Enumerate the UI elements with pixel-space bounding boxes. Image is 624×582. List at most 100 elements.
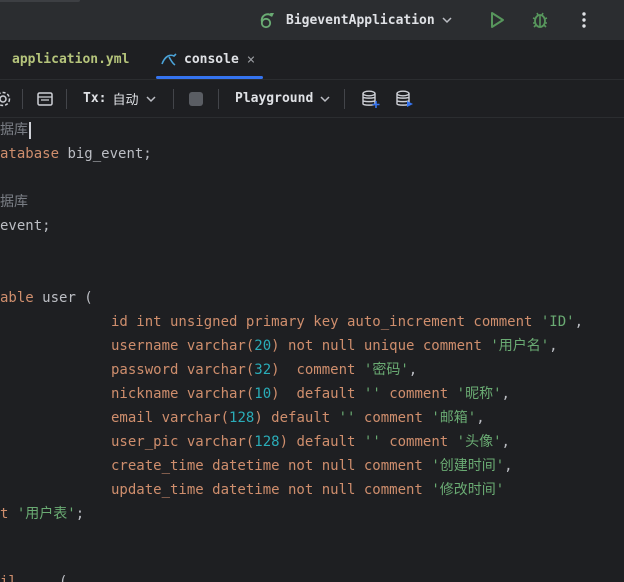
code-token: email varchar(: [111, 410, 230, 426]
code-token: 10: [254, 386, 272, 402]
code-token: 128: [229, 410, 255, 426]
code-token: user_pic varchar(: [111, 434, 255, 450]
code-token: ) default: [271, 386, 356, 402]
code-token: 据库: [0, 194, 28, 210]
sql-editor[interactable]: 据库 atabase big_event; 据库 event; able use…: [0, 118, 624, 582]
code-line: event;: [0, 214, 51, 238]
database-add-icon: [362, 90, 380, 108]
spring-boot-icon: [260, 13, 274, 29]
code-line: password varchar(32) comment '密码',: [111, 358, 417, 382]
code-token: username varchar(: [111, 338, 255, 354]
code-token: update_time datetime not null comment: [111, 482, 423, 498]
code-token: ,: [408, 362, 418, 378]
code-token: t: [0, 506, 9, 522]
text-caret: [29, 121, 31, 139]
toolbar-divider: [173, 89, 174, 109]
toolbar-divider: [218, 89, 219, 109]
stop-icon: [189, 91, 203, 106]
code-token: ) default: [254, 410, 331, 426]
code-token: '创建时间': [431, 458, 505, 474]
close-tab-icon[interactable]: ×: [247, 52, 255, 68]
code-token: comment: [389, 434, 449, 450]
layout-button[interactable]: [36, 80, 54, 117]
mysql-dolphin-icon: [161, 52, 177, 66]
code-token: ,: [501, 386, 510, 402]
code-token: ...: [25, 574, 51, 582]
tx-value: 自动: [112, 93, 139, 108]
schema-refresh-button[interactable]: [394, 80, 414, 117]
title-bar: BigeventApplication: [0, 0, 624, 41]
code-line: t '用户表';: [0, 502, 84, 526]
code-token: 128: [254, 434, 280, 450]
code-line: id int unsigned primary key auto_increme…: [111, 310, 583, 334]
code-token: '': [363, 386, 381, 402]
code-token: create_time datetime not null comment: [111, 458, 423, 474]
code-token: ,: [549, 338, 558, 354]
code-token: able: [0, 290, 34, 306]
tab-console[interactable]: console ×: [156, 40, 264, 79]
database-refresh-icon: [396, 90, 413, 107]
tab-label: application.yml: [12, 52, 130, 67]
code-token: nickname varchar(: [111, 386, 255, 402]
code-token: ;: [75, 506, 85, 522]
code-token: user (: [42, 290, 93, 306]
code-token: 据库: [0, 122, 28, 138]
code-token: '用户表': [16, 506, 76, 522]
playground-label: Playground: [235, 91, 314, 106]
code-token: '用户名': [490, 338, 550, 354]
code-line: user_pic varchar(128) default '' comment…: [111, 430, 510, 454]
code-line: atabase big_event;: [0, 142, 152, 166]
code-token: ) default: [279, 434, 356, 450]
code-token: '': [338, 410, 356, 426]
settings-button[interactable]: [0, 80, 12, 117]
code-line: 据库: [0, 118, 31, 142]
more-options-icon[interactable]: [574, 10, 594, 30]
debug-icon[interactable]: [530, 10, 550, 30]
datasource-button[interactable]: [360, 80, 380, 117]
stop-button[interactable]: [189, 80, 203, 117]
chevron-down-icon: [320, 95, 330, 102]
console-toolbar: Tx: 自动 Playground: [0, 80, 624, 118]
code-token: '头像': [456, 434, 502, 450]
code-token: '昵称': [456, 386, 502, 402]
code-token: ,: [574, 314, 584, 330]
tab-label: console: [184, 52, 239, 67]
code-token: ,: [504, 458, 513, 474]
code-token: event;: [0, 218, 51, 234]
code-token: ) not null unique comment: [271, 338, 482, 354]
toolbar-divider: [66, 89, 67, 109]
code-line: email varchar(128) default '' comment '邮…: [111, 406, 485, 430]
code-token: ) comment: [271, 362, 356, 378]
code-token: '邮箱': [431, 410, 477, 426]
code-token: (: [59, 574, 68, 582]
playground-select[interactable]: Playground: [235, 80, 331, 117]
toolbar-divider: [22, 89, 23, 109]
code-token: '修改时间': [431, 482, 505, 498]
tx-label: Tx:: [83, 91, 107, 106]
code-line: username varchar(20) not null unique com…: [111, 334, 558, 358]
code-line: nickname varchar(10) default '' comment …: [111, 382, 510, 406]
code-line: able user (: [0, 286, 93, 310]
code-line: create_time datetime not null comment '创…: [111, 454, 513, 478]
run-icon[interactable]: [487, 10, 507, 30]
window-tab-remnant: [0, 0, 80, 2]
code-token: ,: [501, 434, 510, 450]
transaction-mode-select[interactable]: Tx: 自动: [83, 80, 157, 117]
code-line: 据库: [0, 190, 28, 214]
active-tab-indicator: [156, 76, 264, 79]
chevron-down-icon: [442, 17, 452, 24]
code-token: 32: [254, 362, 272, 378]
code-token: comment: [363, 410, 423, 426]
code-token: big_event;: [67, 146, 152, 162]
code-token: id int unsigned primary key auto_increme…: [111, 314, 533, 330]
code-token: atabase: [0, 146, 60, 162]
gear-icon: [0, 91, 11, 106]
tab-application-yml[interactable]: application.yml: [12, 40, 129, 79]
run-configuration-selector[interactable]: BigeventApplication: [258, 8, 453, 32]
editor-tabs: application.yml console ×: [0, 40, 624, 80]
code-token: ,: [476, 410, 485, 426]
code-line: update_time datetime not null comment '修…: [111, 478, 504, 502]
code-line: il ... (: [0, 570, 67, 582]
code-token: '': [363, 434, 381, 450]
chevron-down-icon: [145, 95, 156, 102]
